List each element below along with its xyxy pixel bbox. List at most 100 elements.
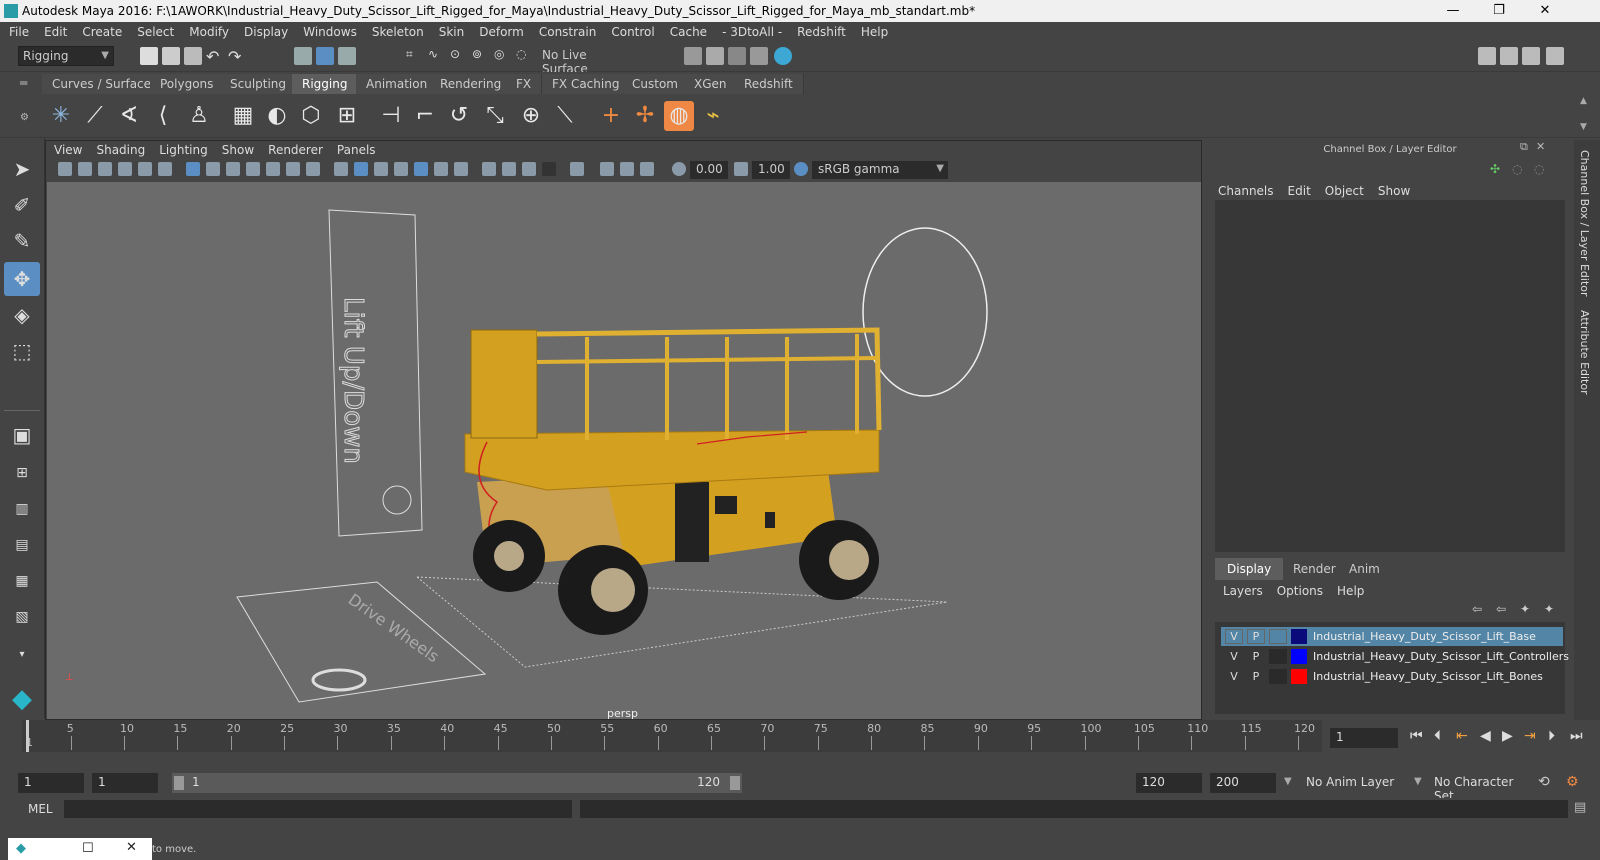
- float-panel-icon[interactable]: ⧉: [1520, 140, 1528, 154]
- layer-visibility-toggle[interactable]: V: [1225, 649, 1243, 664]
- exposure-field[interactable]: 0.00: [690, 161, 728, 179]
- layer-color-swatch[interactable]: [1291, 649, 1307, 664]
- minimize-button[interactable]: —: [1430, 0, 1476, 22]
- uv-layout-icon[interactable]: ▧: [4, 600, 40, 634]
- film-gate-icon[interactable]: [206, 162, 220, 176]
- wireframe-on-shaded-icon[interactable]: [394, 162, 408, 176]
- chevron-down-icon[interactable]: ▼: [1414, 776, 1422, 787]
- current-frame-field[interactable]: 1: [1330, 728, 1398, 748]
- shelf-scroll-down-icon[interactable]: ▼: [1580, 122, 1587, 132]
- layer-row[interactable]: V P Industrial_Heavy_Duty_Scissor_Lift_B…: [1221, 667, 1563, 686]
- bind-skin-icon[interactable]: ▦: [228, 101, 258, 131]
- close-panel-icon[interactable]: ✕: [1536, 140, 1545, 153]
- color-management-icon[interactable]: [794, 162, 808, 176]
- close-icon[interactable]: ✕: [126, 840, 137, 855]
- layer-type-toggle[interactable]: [1269, 649, 1287, 664]
- smooth-bind-icon[interactable]: ◐: [262, 101, 292, 131]
- gamma-icon[interactable]: [734, 162, 748, 176]
- tab-display[interactable]: Display: [1215, 558, 1284, 580]
- play-forwards-icon[interactable]: ▶: [1502, 728, 1513, 744]
- motion-blur-icon[interactable]: [502, 162, 516, 176]
- new-layer-selected-icon[interactable]: ✦: [1544, 602, 1554, 616]
- time-ruler[interactable]: 1 5 10 15 20 25 30 35 40 45 50 55 60 65 70 75 80 85 90 95 1…: [22, 720, 1322, 752]
- menu-control[interactable]: Control: [602, 22, 660, 39]
- outliner-layout-icon[interactable]: ▥: [4, 492, 40, 526]
- render-settings-icon[interactable]: [684, 47, 702, 65]
- cluster-icon[interactable]: ⊞: [332, 101, 362, 131]
- two-d-pan-icon[interactable]: [158, 162, 172, 176]
- layer-playback-toggle[interactable]: P: [1247, 629, 1265, 644]
- grease-pencil-icon[interactable]: [138, 162, 152, 176]
- play-backwards-icon[interactable]: ◀: [1480, 728, 1491, 744]
- safe-action-icon[interactable]: [286, 162, 300, 176]
- tab-redshift[interactable]: Redshift: [734, 74, 804, 94]
- default-material-icon[interactable]: [374, 162, 388, 176]
- pin-icon[interactable]: ✢: [630, 101, 660, 131]
- anim-layer-dropdown[interactable]: No Anim Layer: [1300, 773, 1410, 793]
- resolution-gate-icon[interactable]: [226, 162, 240, 176]
- layer-color-swatch[interactable]: [1291, 669, 1307, 684]
- blend-shape-icon[interactable]: ◍: [664, 101, 694, 131]
- layer-row[interactable]: V P Industrial_Heavy_Duty_Scissor_Lift_B…: [1221, 627, 1563, 646]
- shelf-menu-icon[interactable]: ═: [20, 76, 27, 90]
- pole-vector-icon[interactable]: ⟍: [550, 101, 580, 131]
- step-back-frame-icon[interactable]: ⏴: [1434, 728, 1441, 744]
- select-component-icon[interactable]: [338, 47, 356, 65]
- layer-playback-toggle[interactable]: P: [1247, 669, 1265, 684]
- tab-custom[interactable]: Custom: [622, 74, 689, 94]
- cb-menu-edit[interactable]: Edit: [1280, 182, 1317, 198]
- new-scene-icon[interactable]: [140, 47, 158, 65]
- tab-rigging[interactable]: Rigging: [292, 74, 359, 94]
- select-tool-icon[interactable]: ➤: [4, 152, 40, 186]
- layout-icon-4[interactable]: [1546, 47, 1564, 65]
- cb-menu-channels[interactable]: Channels: [1210, 182, 1280, 198]
- lasso-tool-icon[interactable]: ✐: [4, 188, 40, 222]
- go-to-start-icon[interactable]: ⏮: [1410, 728, 1423, 744]
- open-scene-icon[interactable]: [162, 47, 180, 65]
- ik-spline-icon[interactable]: ∢: [114, 101, 144, 131]
- bookmark-icon[interactable]: [98, 162, 112, 176]
- gate-mask-icon[interactable]: [246, 162, 260, 176]
- maximize-button[interactable]: ❐: [1476, 0, 1522, 22]
- viewport-3d[interactable]: Lift Up/Down Drive Wheels ⊥ persp: [47, 182, 1201, 719]
- tab-animation[interactable]: Animation: [356, 74, 439, 94]
- ik-handle-icon[interactable]: ⟋: [80, 101, 110, 131]
- scale-tool-icon[interactable]: ⬚: [4, 334, 40, 368]
- hypershade-icon[interactable]: [774, 47, 792, 65]
- le-menu-layers[interactable]: Layers: [1215, 582, 1269, 598]
- safe-title-icon[interactable]: [306, 162, 320, 176]
- panel-menu-renderer[interactable]: Renderer: [260, 141, 329, 157]
- depth-of-field-icon[interactable]: [542, 162, 556, 176]
- xray-joints-icon[interactable]: [620, 162, 634, 176]
- side-tab-attribute-editor[interactable]: Attribute Editor: [1578, 310, 1591, 395]
- xray-icon[interactable]: [600, 162, 614, 176]
- cb-menu-show[interactable]: Show: [1370, 182, 1416, 198]
- joint-tool-icon[interactable]: ✳: [46, 101, 76, 131]
- camera-select-icon[interactable]: [58, 162, 72, 176]
- shelf-scroll-up-icon[interactable]: ▲: [1580, 96, 1587, 106]
- range-handle-end[interactable]: [730, 776, 740, 790]
- playback-start-field[interactable]: 1: [92, 773, 158, 793]
- rotate-tool-icon[interactable]: ◈: [4, 298, 40, 332]
- menu-create[interactable]: Create: [73, 22, 128, 39]
- grid-icon[interactable]: [186, 162, 200, 176]
- menu-3dtoall[interactable]: - 3DtoAll -: [713, 22, 788, 39]
- panel-menu-shading[interactable]: Shading: [88, 141, 151, 157]
- orient-constraint-icon[interactable]: ↺: [444, 101, 474, 131]
- gamma-field[interactable]: 1.00: [752, 161, 790, 179]
- menu-skeleton[interactable]: Skeleton: [363, 22, 430, 39]
- preferences-icon[interactable]: ⚙: [1566, 774, 1579, 790]
- menu-skin[interactable]: Skin: [430, 22, 471, 39]
- wrap-icon[interactable]: ⌁: [698, 101, 728, 131]
- isolate-select-icon[interactable]: [570, 162, 584, 176]
- menu-edit[interactable]: Edit: [35, 22, 73, 39]
- wireframe-icon[interactable]: [334, 162, 348, 176]
- layer-visibility-toggle[interactable]: V: [1225, 669, 1243, 684]
- menu-deform[interactable]: Deform: [470, 22, 530, 39]
- layout-icon-2[interactable]: [1500, 47, 1518, 65]
- snap-surface-icon[interactable]: ◎: [494, 47, 512, 65]
- speed-display-icon[interactable]: ◌: [1534, 162, 1544, 176]
- tab-fx-caching[interactable]: FX Caching: [542, 74, 631, 94]
- tab-anim[interactable]: Anim: [1337, 558, 1392, 580]
- auto-key-icon[interactable]: ⟲: [1538, 774, 1550, 790]
